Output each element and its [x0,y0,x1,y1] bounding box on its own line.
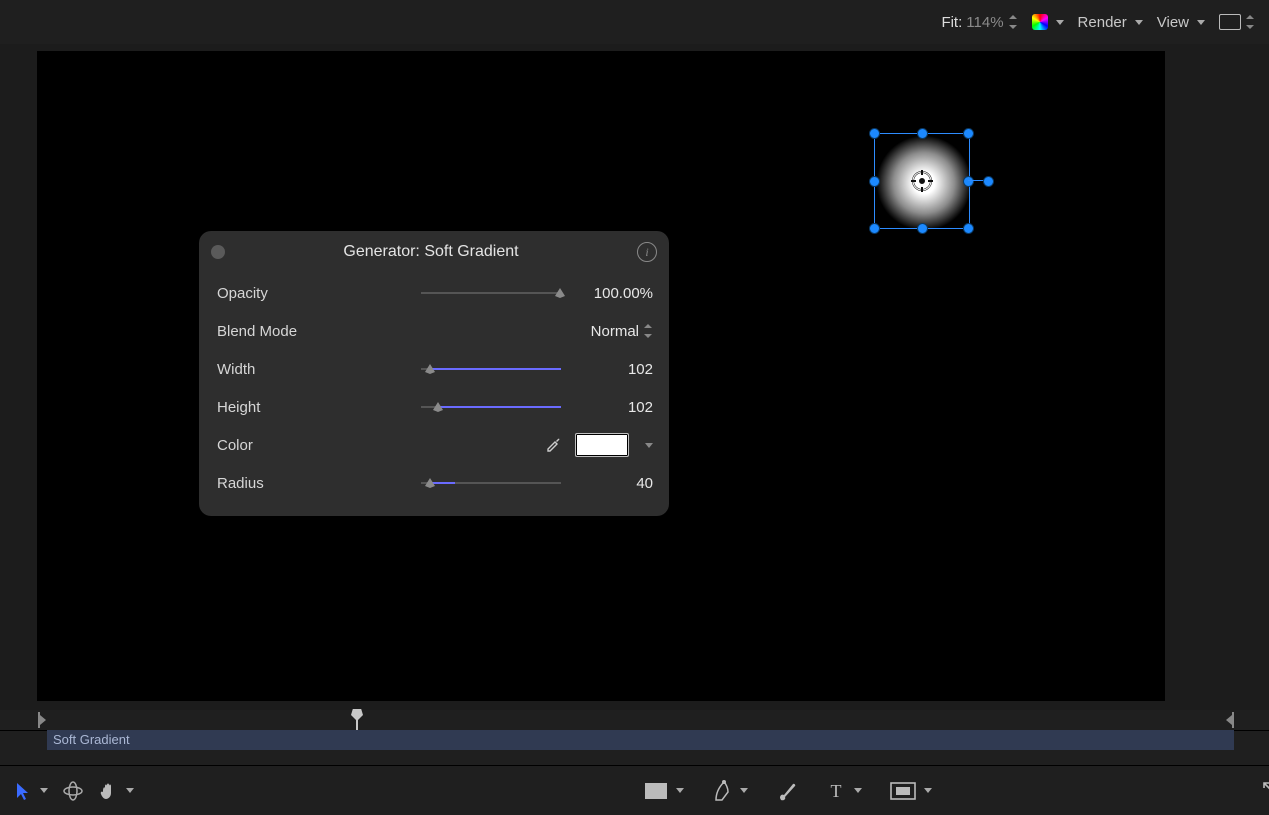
radius-value[interactable]: 40 [573,475,653,492]
selection-handle-n[interactable] [917,128,928,139]
text-tool[interactable]: T [826,781,862,801]
stepper-icon [643,325,653,337]
hud-title: Generator: Soft Gradient [225,243,637,261]
out-point-marker[interactable] [1225,712,1234,728]
3d-transform-tool[interactable] [62,780,84,802]
selection-handle-sw[interactable] [869,223,880,234]
opacity-slider[interactable] [421,286,561,300]
view-label: View [1157,14,1189,31]
radius-row: Radius 40 [199,464,669,502]
layout-menu[interactable] [1219,14,1255,30]
blend-mode-row: Blend Mode Normal [199,312,669,350]
chevron-down-icon [924,788,932,793]
height-label: Height [217,399,367,416]
pan-tool[interactable] [98,781,134,801]
height-slider[interactable] [421,400,561,414]
rotation-handle[interactable] [983,176,994,187]
color-swatch[interactable] [575,433,629,457]
chevron-down-icon [1135,20,1143,25]
zoom-fit-control[interactable]: Fit: 114% [941,14,1017,31]
blend-mode-label: Blend Mode [217,323,367,340]
selection-handle-e[interactable] [963,176,974,187]
render-label: Render [1078,14,1127,31]
rectangle-tool[interactable] [644,782,684,800]
chevron-down-icon [1197,20,1205,25]
selection-handle-s[interactable] [917,223,928,234]
stepper-icon [1245,16,1255,28]
selection-handle-nw[interactable] [869,128,880,139]
selection-handle-se[interactable] [963,223,974,234]
eyedropper-icon[interactable] [545,434,563,456]
color-wheel-icon [1032,14,1048,30]
chevron-down-icon [740,788,748,793]
layout-icon [1219,14,1241,30]
mini-timeline: Soft Gradient [0,710,1269,765]
selection-handle-w[interactable] [869,176,880,187]
width-slider[interactable] [421,362,561,376]
pen-tool[interactable] [712,780,748,802]
canvas-area: Generator: Soft Gradient i Opacity 100.0… [0,44,1269,710]
color-row: Color [199,426,669,464]
chevron-down-icon [40,788,48,793]
stepper-icon [1008,16,1018,28]
width-label: Width [217,361,367,378]
anchor-point-icon[interactable] [911,170,933,192]
width-row: Width 102 [199,350,669,388]
chevron-down-icon[interactable] [645,443,653,448]
svg-text:T: T [830,781,841,801]
width-value[interactable]: 102 [573,361,653,378]
paint-stroke-tool[interactable] [776,780,798,802]
viewer-canvas[interactable]: Generator: Soft Gradient i Opacity 100.0… [37,51,1165,701]
viewer-toolbar: Fit: 114% Render View [0,0,1269,45]
color-label: Color [217,437,367,454]
height-row: Height 102 [199,388,669,426]
opacity-label: Opacity [217,285,367,302]
radius-label: Radius [217,475,367,492]
selection-handle-ne[interactable] [963,128,974,139]
color-channels-menu[interactable] [1032,14,1064,30]
select-tool[interactable] [14,781,48,801]
info-icon[interactable]: i [637,242,657,262]
hud-panel[interactable]: Generator: Soft Gradient i Opacity 100.0… [199,231,669,516]
timeline-ruler[interactable] [0,710,1269,731]
playhead[interactable] [357,709,363,731]
render-menu[interactable]: Render [1078,14,1143,31]
fit-value: 114% [966,14,1003,31]
view-menu[interactable]: View [1157,14,1205,31]
radius-slider[interactable] [421,476,561,490]
fit-label: Fit: [941,14,962,31]
opacity-row: Opacity 100.00% [199,274,669,312]
chevron-down-icon [854,788,862,793]
hud-drag-dot-icon [211,245,225,259]
chevron-down-icon [676,788,684,793]
blend-mode-dropdown[interactable]: Normal [591,323,653,340]
canvas-tool-bar: T [0,765,1269,815]
opacity-value[interactable]: 100.00% [573,285,653,302]
hud-header[interactable]: Generator: Soft Gradient i [199,231,669,274]
timeline-clip[interactable]: Soft Gradient [47,730,1234,750]
chevron-down-icon [1056,20,1064,25]
height-value[interactable]: 102 [573,399,653,416]
chevron-down-icon [126,788,134,793]
fullscreen-toggle[interactable] [1261,780,1269,802]
in-point-marker[interactable] [38,712,47,728]
clip-name: Soft Gradient [53,732,130,747]
blend-mode-value: Normal [591,323,639,340]
mask-shape-tool[interactable] [890,782,932,800]
